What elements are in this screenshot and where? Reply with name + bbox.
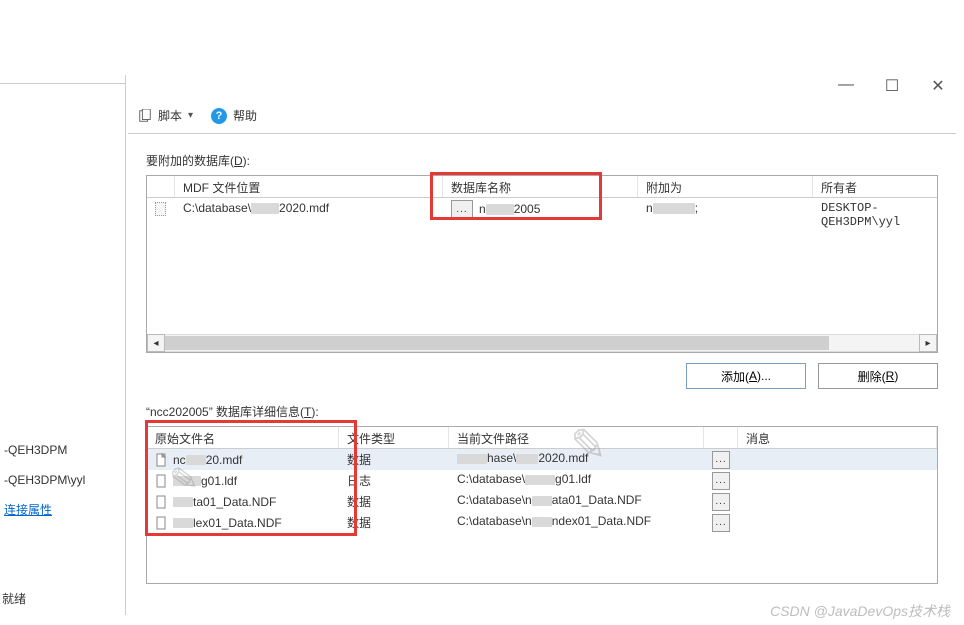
window-controls: — ☐ ✕ xyxy=(838,76,946,96)
help-icon: ? xyxy=(211,108,227,124)
col-file-type[interactable]: 文件类型 xyxy=(339,427,449,448)
cell-path[interactable]: C:\database\nndex01_Data.NDF xyxy=(449,512,704,533)
browse-button[interactable]: ... xyxy=(451,200,473,218)
cell-filetype: 日志 xyxy=(339,470,449,491)
cell-path[interactable]: C:\database\nata01_Data.NDF xyxy=(449,491,704,512)
cell-filetype: 数据 xyxy=(339,491,449,512)
minimize-button[interactable]: — xyxy=(838,76,854,96)
maximize-button[interactable]: ☐ xyxy=(884,76,900,96)
remove-button[interactable]: 删除(R) xyxy=(818,363,938,389)
chevron-down-icon[interactable]: ▾ xyxy=(188,110,193,121)
cell-filetype: 数据 xyxy=(339,512,449,533)
file-icon xyxy=(155,474,169,488)
attach-db-label: 要附加的数据库(D): xyxy=(146,152,938,169)
col-message[interactable]: 消息 xyxy=(738,427,937,448)
grid-header-row: MDF 文件位置 数据库名称 附加为 所有者 xyxy=(147,176,937,198)
script-menu[interactable]: 脚本 xyxy=(158,107,182,124)
horizontal-scrollbar[interactable]: ◂ ▸ xyxy=(147,334,937,352)
db-details-grid[interactable]: 原始文件名 文件类型 当前文件路径 消息 nc20.mdf 数据 hase\20… xyxy=(146,426,938,584)
row-selector-icon[interactable] xyxy=(155,202,166,216)
col-attach-as[interactable]: 附加为 xyxy=(638,176,813,197)
cell-path[interactable]: C:\database\g01.ldf xyxy=(449,470,704,491)
cell-path[interactable]: hase\2020.mdf xyxy=(449,449,704,470)
table-row[interactable]: nc20.mdf 数据 hase\2020.mdf ... xyxy=(147,449,937,470)
col-db-name[interactable]: 数据库名称 xyxy=(443,176,638,197)
scroll-thumb[interactable] xyxy=(165,336,829,350)
toolbar: 脚本 ▾ ? 帮助 xyxy=(128,98,956,134)
login-name: -QEH3DPM\yyl xyxy=(4,465,121,495)
cell-filename: ta01_Data.NDF xyxy=(147,491,339,512)
col-owner[interactable]: 所有者 xyxy=(813,176,937,197)
server-name: -QEH3DPM xyxy=(4,435,121,465)
col-mdf-location[interactable]: MDF 文件位置 xyxy=(175,176,443,197)
close-button[interactable]: ✕ xyxy=(930,76,946,96)
cell-attach-as[interactable]: n; xyxy=(638,198,813,220)
table-row[interactable]: C:\database\2020.mdf ... n2005 n; DESKTO… xyxy=(147,198,937,220)
db-details-label: “ncc202005” 数据库详细信息(T): xyxy=(146,403,938,420)
main-panel: 脚本 ▾ ? 帮助 要附加的数据库(D): MDF 文件位置 数据库名称 附加为… xyxy=(128,98,956,615)
scroll-left-button[interactable]: ◂ xyxy=(147,334,165,352)
browse-button[interactable]: ... xyxy=(712,493,730,511)
file-icon xyxy=(155,453,169,467)
button-row: 添加(A)... 删除(R) xyxy=(146,363,938,389)
cell-owner: DESKTOP-QEH3DPM\yyl xyxy=(813,198,937,220)
connection-properties-link[interactable]: 连接属性 xyxy=(4,495,121,525)
left-sidebar: -QEH3DPM -QEH3DPM\yyl 连接属性 就绪 xyxy=(0,75,126,615)
cell-filename: nc20.mdf xyxy=(147,449,339,470)
table-row[interactable]: lex01_Data.NDF 数据 C:\database\nndex01_Da… xyxy=(147,512,937,533)
script-icon xyxy=(138,109,152,123)
cell-filename: g01.ldf xyxy=(147,470,339,491)
file-icon xyxy=(155,495,169,509)
scroll-right-button[interactable]: ▸ xyxy=(919,334,937,352)
cell-filetype: 数据 xyxy=(339,449,449,470)
browse-button[interactable]: ... xyxy=(712,514,730,532)
cell-filename: lex01_Data.NDF xyxy=(147,512,339,533)
browse-button[interactable]: ... xyxy=(712,472,730,490)
table-row[interactable]: g01.ldf 日志 C:\database\g01.ldf ... xyxy=(147,470,937,491)
table-row[interactable]: ta01_Data.NDF 数据 C:\database\nata01_Data… xyxy=(147,491,937,512)
status-ready: 就绪 xyxy=(2,590,26,607)
browse-button[interactable]: ... xyxy=(712,451,730,469)
cell-db-name[interactable]: ... n2005 xyxy=(443,198,638,220)
help-menu[interactable]: 帮助 xyxy=(233,107,257,124)
col-current-path[interactable]: 当前文件路径 xyxy=(449,427,704,448)
col-original-filename[interactable]: 原始文件名 xyxy=(147,427,339,448)
add-button[interactable]: 添加(A)... xyxy=(686,363,806,389)
grid-header-row: 原始文件名 文件类型 当前文件路径 消息 xyxy=(147,427,937,449)
scroll-track[interactable] xyxy=(165,334,919,352)
file-icon xyxy=(155,516,169,530)
databases-to-attach-grid[interactable]: MDF 文件位置 数据库名称 附加为 所有者 C:\database\2020.… xyxy=(146,175,938,353)
cell-mdf-location: C:\database\2020.mdf xyxy=(175,198,443,220)
